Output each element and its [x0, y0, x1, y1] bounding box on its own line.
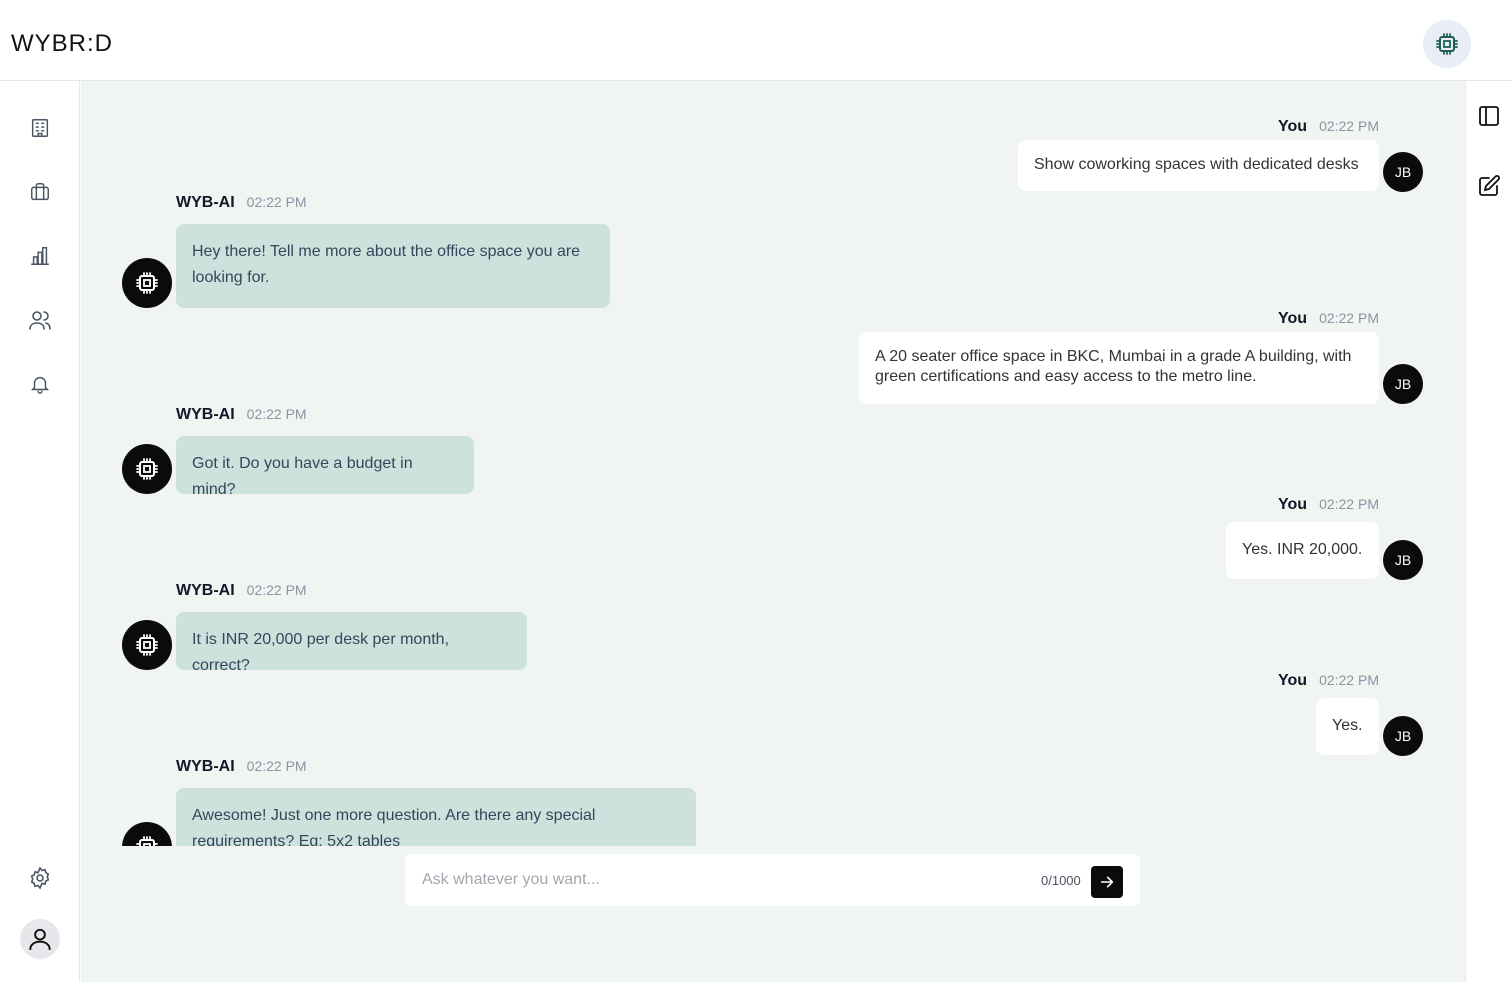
message-meta: WYB-AI 02:22 PM [176, 194, 307, 212]
user-message-bubble: Yes. INR 20,000. [1226, 522, 1379, 579]
sender-name: WYB-AI [176, 758, 235, 775]
edit-icon [1477, 174, 1501, 198]
ai-avatar [122, 620, 172, 670]
sender-name: You [1278, 672, 1308, 689]
ai-assistant-button[interactable] [1423, 20, 1471, 68]
message-meta: WYB-AI 02:22 PM [176, 406, 307, 424]
sidebar-item-notifications[interactable] [26, 370, 54, 398]
chip-icon [135, 633, 159, 657]
settings-icon [28, 866, 52, 890]
user-avatar: JB [1383, 716, 1423, 756]
message-time: 02:22 PM [1319, 672, 1379, 688]
chip-icon [135, 457, 159, 481]
toggle-panel-button[interactable] [1476, 103, 1502, 129]
ai-message-bubble: Hey there! Tell me more about the office… [176, 224, 610, 308]
sidebar-item-settings[interactable] [26, 864, 54, 892]
briefcase-icon [29, 181, 51, 203]
message-meta: You 02:22 PM [1278, 496, 1379, 514]
sender-name: WYB-AI [176, 582, 235, 599]
chat-input[interactable] [405, 854, 1025, 906]
sender-name: You [1278, 496, 1308, 513]
sidebar-item-portfolio[interactable] [26, 178, 54, 206]
user-avatar-icon [27, 926, 53, 952]
user-message-bubble: Yes. [1316, 698, 1379, 755]
sidebar-item-buildings[interactable] [26, 114, 54, 142]
top-bar: WYBR:D [0, 0, 1512, 81]
user-message-bubble: A 20 seater office space in BKC, Mumbai … [859, 332, 1379, 404]
char-counter: 0/1000 [1041, 873, 1081, 888]
message-time: 02:22 PM [1319, 496, 1379, 512]
send-button[interactable] [1091, 866, 1123, 898]
sender-name: You [1278, 310, 1308, 327]
arrow-right-icon [1099, 874, 1115, 890]
bar-chart-icon [29, 245, 51, 267]
brand-logo[interactable]: WYBR:D [11, 30, 113, 58]
message-time: 02:22 PM [246, 758, 307, 774]
sender-name: You [1278, 118, 1308, 135]
ai-avatar [122, 258, 172, 308]
message-meta: You 02:22 PM [1278, 672, 1379, 690]
chip-icon [135, 271, 159, 295]
message-meta: WYB-AI 02:22 PM [176, 582, 307, 600]
left-sidebar [0, 81, 80, 982]
ai-avatar [122, 822, 172, 846]
right-sidebar [1465, 81, 1512, 982]
users-icon [28, 308, 52, 332]
new-chat-button[interactable] [1476, 173, 1502, 199]
ai-message-bubble: Got it. Do you have a budget in mind? [176, 436, 474, 498]
chip-icon [135, 835, 159, 846]
sender-name: WYB-AI [176, 194, 235, 211]
user-avatar: JB [1383, 540, 1423, 580]
user-avatar: JB [1383, 152, 1423, 192]
panel-toggle-icon [1477, 104, 1501, 128]
message-time: 02:22 PM [246, 582, 307, 598]
message-meta: You 02:22 PM [1278, 118, 1379, 136]
message-list[interactable]: You 02:22 PM Show coworking spaces with … [81, 81, 1465, 846]
building-icon [29, 117, 51, 139]
ai-avatar [122, 444, 172, 494]
message-time: 02:22 PM [246, 406, 307, 422]
sidebar-item-analytics[interactable] [26, 242, 54, 270]
profile-avatar-button[interactable] [20, 919, 60, 959]
chat-composer: 0/1000 [405, 854, 1140, 906]
message-meta: You 02:22 PM [1278, 310, 1379, 328]
message-time: 02:22 PM [1319, 310, 1379, 326]
ai-message-bubble: It is INR 20,000 per desk per month, cor… [176, 612, 527, 674]
bell-icon [29, 373, 51, 395]
sender-name: WYB-AI [176, 406, 235, 423]
chat-area: You 02:22 PM Show coworking spaces with … [81, 81, 1465, 982]
user-avatar: JB [1383, 364, 1423, 404]
message-time: 02:22 PM [1319, 118, 1379, 134]
message-time: 02:22 PM [246, 194, 307, 210]
ai-message-bubble: Awesome! Just one more question. Are the… [176, 788, 696, 846]
sidebar-item-users[interactable] [26, 306, 54, 334]
chip-icon [1435, 32, 1459, 56]
message-meta: WYB-AI 02:22 PM [176, 758, 307, 776]
user-message-bubble: Show coworking spaces with dedicated des… [1018, 140, 1379, 191]
